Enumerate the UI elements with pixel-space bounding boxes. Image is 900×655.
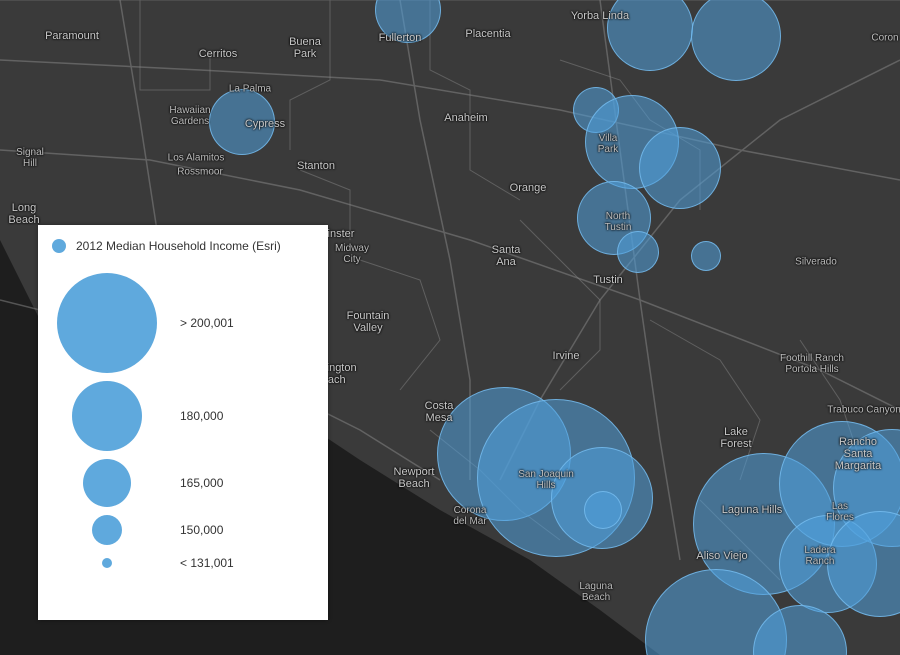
legend-swatch: [52, 515, 162, 545]
data-bubble: [437, 387, 571, 521]
legend-swatch: [52, 273, 162, 373]
legend-title-row: 2012 Median Household Income (Esri): [52, 239, 314, 253]
city-label: Cypress: [245, 118, 285, 130]
city-label: Paramount: [45, 30, 99, 42]
legend-title: 2012 Median Household Income (Esri): [76, 239, 281, 253]
legend-swatch: [52, 558, 162, 568]
data-bubble: [584, 491, 622, 529]
data-bubble: [693, 453, 835, 595]
city-label: Foothill RanchPortola Hills: [780, 353, 844, 375]
legend-items: > 200,001 180,000 165,000 150,000 < 131,001: [52, 269, 314, 577]
city-label: LongBeach: [8, 202, 39, 226]
legend-swatch: [52, 459, 162, 507]
city-label: Silverado: [795, 257, 837, 268]
city-label: San JoaquinHills: [518, 469, 574, 491]
city-label: RanchoSantaMargarita: [835, 436, 881, 472]
city-label: Coronadel Mar: [453, 505, 486, 527]
legend-row: > 200,001: [52, 269, 314, 377]
city-label: LakeForest: [720, 426, 751, 450]
city-label: LaderaRanch: [804, 545, 835, 567]
data-bubble: [691, 0, 781, 81]
legend-title-dot: [52, 239, 66, 253]
legend-label: 150,000: [180, 523, 223, 537]
city-label: LasFlores: [826, 501, 854, 523]
data-bubble: [779, 421, 900, 547]
legend-swatch: [52, 381, 162, 451]
data-bubble: [827, 511, 900, 617]
city-label: VillaPark: [598, 133, 619, 155]
city-label: Orange: [510, 182, 547, 194]
data-bubble: [209, 89, 275, 155]
legend-circle: [92, 515, 122, 545]
city-label: Anaheim: [444, 112, 487, 124]
legend-row: 150,000: [52, 511, 314, 549]
city-label: MidwayCity: [335, 243, 369, 265]
legend-circle: [72, 381, 142, 451]
legend-circle: [57, 273, 157, 373]
map-viewport[interactable]: Paramount Cerritos BuenaPark La Palma Fuller…: [0, 0, 900, 655]
city-label: Yorba Linda: [571, 10, 629, 22]
data-bubble: [617, 231, 659, 273]
city-label: Los Alamitos: [168, 153, 225, 164]
legend-label: 165,000: [180, 476, 223, 490]
data-bubble: [833, 429, 900, 547]
data-bubble: [551, 447, 653, 549]
legend-row: 180,000: [52, 377, 314, 455]
legend-label: > 200,001: [180, 316, 234, 330]
city-label: Tustin: [593, 274, 623, 286]
city-label: FountainValley: [347, 310, 390, 334]
city-label: HawaiianGardens: [169, 105, 210, 127]
city-label: La Palma: [229, 84, 271, 95]
city-label: Coron: [871, 33, 898, 44]
data-bubble: [645, 569, 787, 655]
data-bubble: [639, 127, 721, 209]
legend-panel: 2012 Median Household Income (Esri) > 20…: [38, 225, 328, 620]
city-label: NewportBeach: [394, 466, 435, 490]
city-label: Irvine: [553, 350, 580, 362]
city-label: Trabuco Canyon: [827, 405, 900, 416]
data-bubble: [577, 181, 651, 255]
data-bubble: [375, 0, 441, 43]
city-label: BuenaPark: [289, 36, 321, 60]
data-bubble: [585, 95, 679, 189]
city-label: LagunaBeach: [579, 581, 612, 603]
city-label: NorthTustin: [605, 211, 632, 233]
city-label: Cerritos: [199, 48, 238, 60]
city-label: Fullerton: [379, 32, 422, 44]
city-label: CostaMesa: [425, 400, 454, 424]
data-bubble: [753, 605, 847, 655]
legend-label: 180,000: [180, 409, 223, 423]
data-bubble: [573, 87, 619, 133]
legend-circle: [83, 459, 131, 507]
data-bubble: [477, 399, 635, 557]
city-label: Stanton: [297, 160, 335, 172]
data-bubble: [779, 515, 877, 613]
data-bubble: [691, 241, 721, 271]
city-label: Aliso Viejo: [696, 550, 747, 562]
legend-row: 165,000: [52, 455, 314, 511]
legend-row: < 131,001: [52, 549, 314, 577]
city-label: Laguna Hills: [722, 504, 783, 516]
legend-label: < 131,001: [180, 556, 234, 570]
data-bubble: [607, 0, 693, 71]
legend-circle: [102, 558, 112, 568]
city-label: Placentia: [465, 28, 510, 40]
city-label: Rossmoor: [177, 167, 223, 178]
city-label: SignalHill: [16, 147, 44, 169]
city-label: SantaAna: [492, 244, 521, 268]
